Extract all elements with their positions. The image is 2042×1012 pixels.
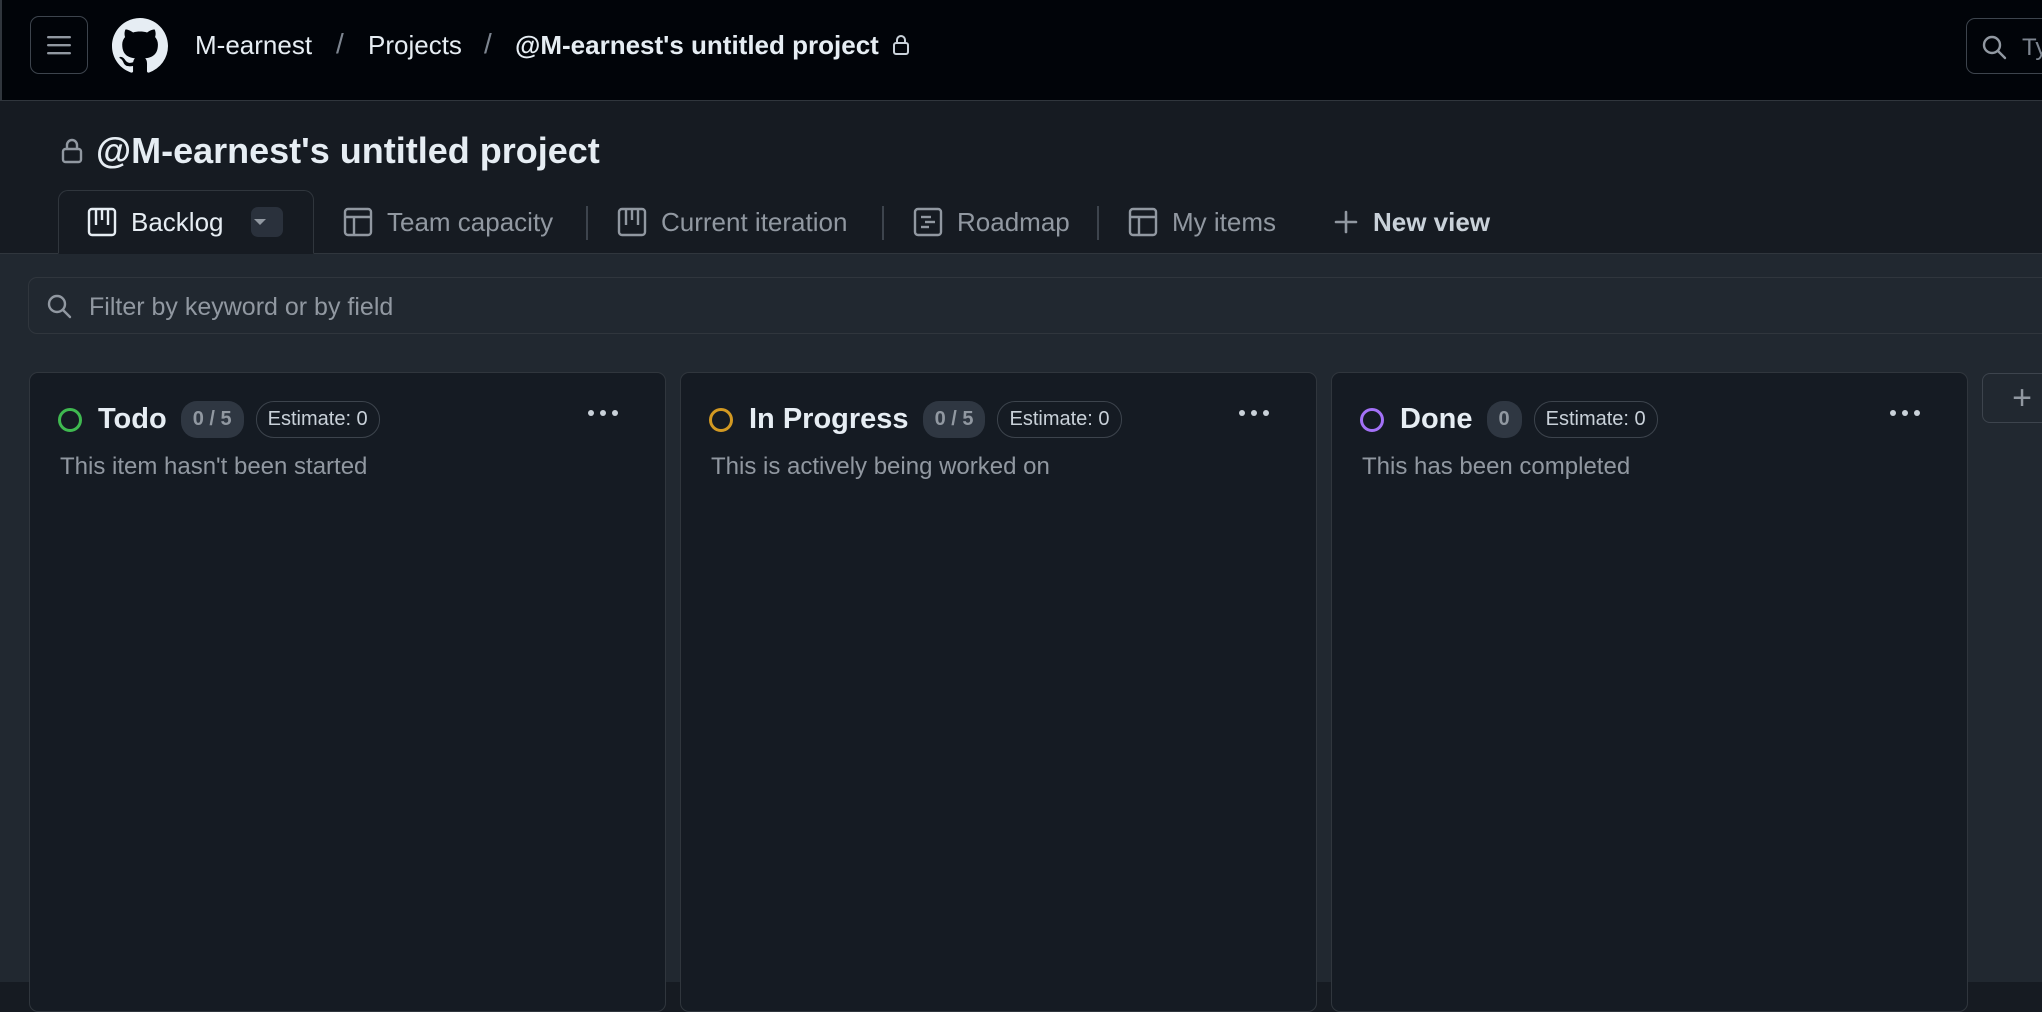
breadcrumb-projects[interactable]: Projects (368, 30, 462, 61)
new-view-label: New view (1373, 206, 1491, 237)
estimate-badge: Estimate: 0 (1533, 401, 1658, 438)
item-count-badge: 0 (1486, 401, 1522, 438)
column-title: Done (1400, 403, 1473, 435)
table-icon (1128, 207, 1158, 237)
lock-icon (893, 35, 909, 55)
tab-label: Backlog (131, 206, 224, 237)
status-circle-icon (709, 407, 733, 432)
item-count-badge: 0 / 5 (922, 401, 986, 438)
column-header: Done 0 Estimate: 0 (1360, 401, 1658, 438)
tab-backlog[interactable]: Backlog (58, 190, 314, 254)
search-placeholder: Ty (2022, 34, 2042, 61)
breadcrumb-separator: / (484, 28, 492, 59)
column-description: This is actively being worked on (711, 453, 1050, 480)
tab-roadmap[interactable]: Roadmap (913, 190, 1070, 254)
board-column-in-progress: In Progress 0 / 5 Estimate: 0 This is ac… (680, 372, 1317, 1012)
roadmap-icon (913, 207, 943, 237)
status-circle-icon (1360, 407, 1384, 432)
column-title: Todo (98, 403, 167, 435)
add-column-button[interactable]: + (1982, 373, 2042, 423)
breadcrumb-owner[interactable]: M-earnest (195, 30, 312, 61)
page-title: @M-earnest's untitled project (96, 130, 600, 171)
estimate-badge: Estimate: 0 (997, 401, 1122, 438)
tab-label: My items (1172, 206, 1276, 237)
status-circle-icon (58, 407, 82, 432)
global-search[interactable]: Ty (1966, 18, 2042, 74)
tab-team-capacity[interactable]: Team capacity (343, 190, 553, 254)
table-icon (343, 207, 373, 237)
board-column-todo: Todo 0 / 5 Estimate: 0 This item hasn't … (29, 372, 666, 1012)
tab-divider (882, 206, 884, 240)
tab-divider (586, 206, 588, 240)
column-title: In Progress (749, 403, 909, 435)
project-title-row: @M-earnest's untitled project (60, 128, 600, 174)
column-header: In Progress 0 / 5 Estimate: 0 (709, 401, 1122, 438)
filter-bar (28, 277, 2042, 334)
tab-label: Current iteration (661, 206, 848, 237)
item-count-badge: 0 / 5 (180, 401, 244, 438)
search-icon (47, 294, 72, 319)
top-navbar: M-earnest / Projects / @M-earnest's unti… (0, 0, 2042, 101)
column-menu-button[interactable] (1230, 393, 1278, 433)
new-view-button[interactable]: New view (1333, 190, 1490, 254)
tab-divider (1097, 206, 1099, 240)
column-description: This has been completed (1362, 453, 1631, 480)
estimate-badge: Estimate: 0 (255, 401, 380, 438)
column-menu-button[interactable] (579, 393, 627, 433)
hamburger-icon (47, 36, 71, 55)
breadcrumb-project[interactable]: @M-earnest's untitled project (515, 30, 879, 61)
lock-icon (61, 138, 83, 164)
github-logo-icon[interactable] (112, 18, 168, 74)
column-description: This item hasn't been started (60, 453, 368, 480)
column-menu-button[interactable] (1881, 393, 1929, 433)
kebab-horizontal-icon (1239, 410, 1269, 416)
kebab-horizontal-icon (1890, 410, 1920, 416)
board-icon (87, 207, 117, 237)
plus-icon (1334, 210, 1358, 234)
view-options-button[interactable] (251, 207, 283, 237)
column-header: Todo 0 / 5 Estimate: 0 (58, 401, 380, 438)
search-icon (1982, 35, 2007, 60)
tab-current-iteration[interactable]: Current iteration (617, 190, 847, 254)
tab-label: Roadmap (957, 206, 1070, 237)
tab-label: Team capacity (387, 206, 554, 237)
triangle-down-icon (254, 219, 266, 225)
menu-button[interactable] (30, 16, 88, 74)
breadcrumb-separator: / (336, 28, 344, 59)
plus-icon: + (2012, 378, 2032, 417)
board-icon (617, 207, 647, 237)
filter-input[interactable] (87, 286, 1991, 328)
kebab-horizontal-icon (588, 410, 618, 416)
tab-my-items[interactable]: My items (1128, 190, 1276, 254)
board-column-done: Done 0 Estimate: 0 This has been complet… (1331, 372, 1968, 1012)
